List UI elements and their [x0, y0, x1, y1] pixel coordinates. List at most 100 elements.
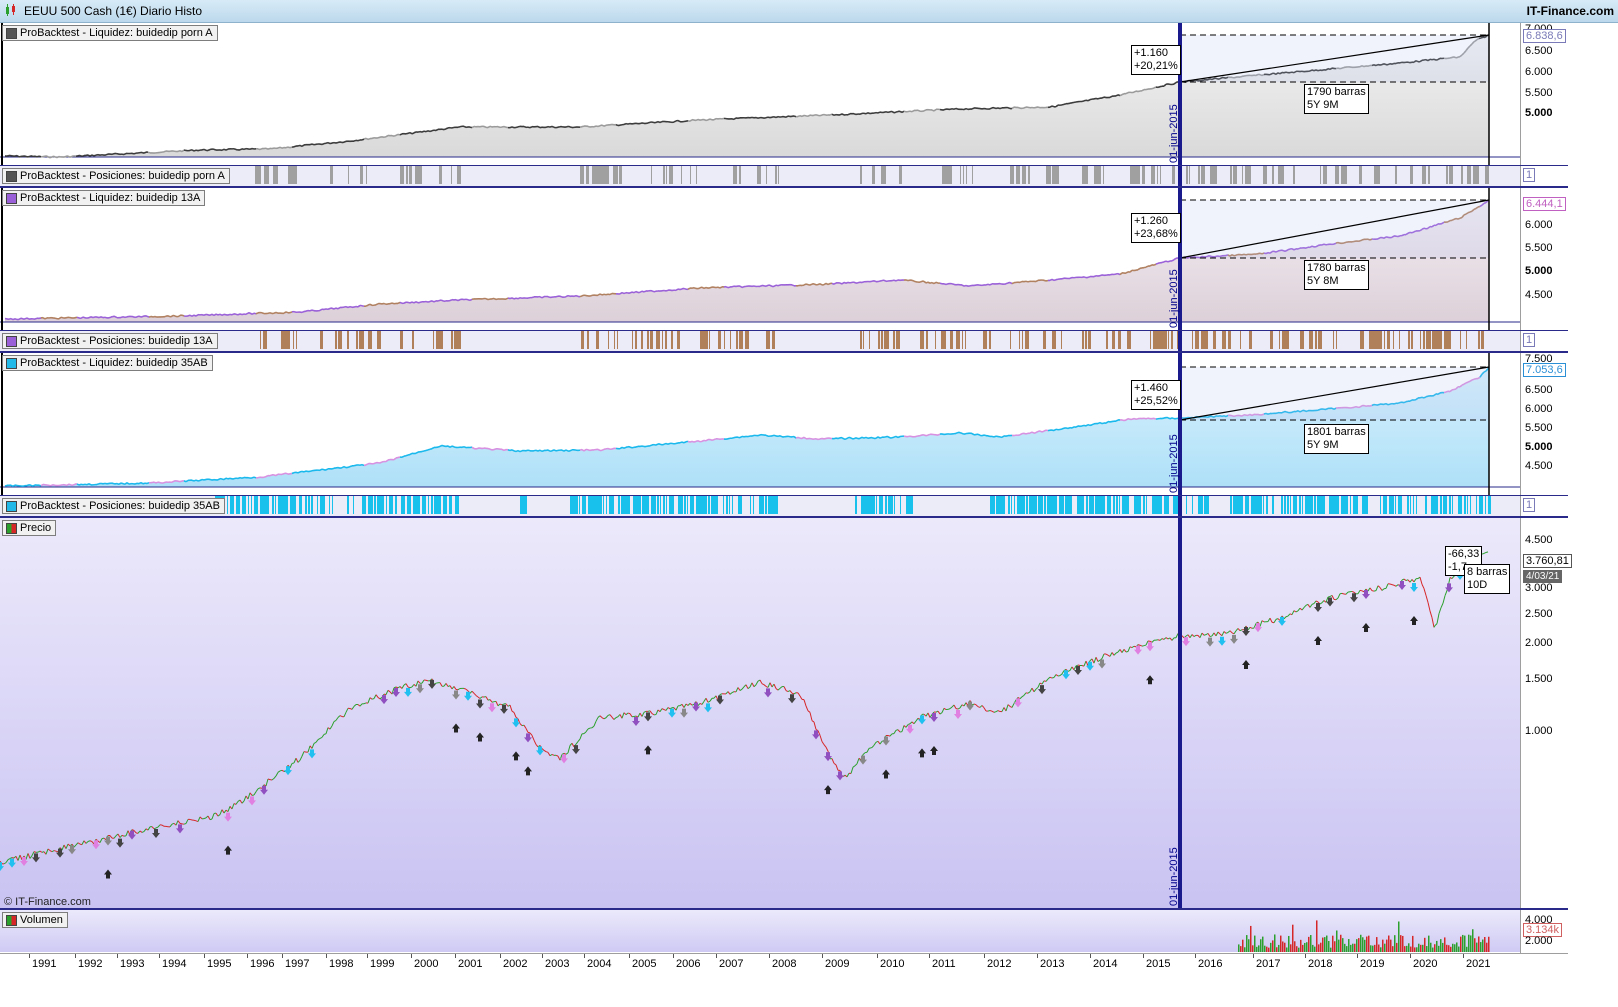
last-value-tag: 7.053,6	[1523, 363, 1566, 377]
last-value-tag: 6.838,6	[1523, 29, 1566, 43]
year-tickmark	[769, 954, 770, 958]
year-tickmark	[822, 954, 823, 958]
year-tick-label: 2014	[1093, 958, 1118, 970]
year-tickmark	[877, 954, 878, 958]
last-value-tag: 6.444,1	[1523, 197, 1566, 211]
year-tick-label: 2020	[1413, 958, 1438, 970]
year-tickmark	[204, 954, 205, 958]
legend-swatch-icon	[6, 914, 17, 926]
year-tickmark	[326, 954, 327, 958]
volume-bars	[1238, 920, 1490, 952]
year-tick-label: 1998	[329, 958, 354, 970]
panel-label-positions-35ab[interactable]: ProBacktest - Posiciones: buidedip 35AB	[2, 498, 225, 514]
price-bars-info-box: 8 barras 10D	[1464, 564, 1511, 594]
axis-positions-13a: 1	[1520, 331, 1618, 351]
year-tick-label: 2018	[1308, 958, 1333, 970]
year-tickmark	[629, 954, 630, 958]
equity-panel-13a[interactable]: ProBacktest - Liquidez: buidedip 13A +1.…	[0, 188, 1568, 332]
year-tickmark	[282, 954, 283, 958]
axis-equity-35ab[interactable]: 7.500 7.053,6 6.500 6.000 5.500 5.000 4.…	[1520, 353, 1618, 495]
year-tick-label: 1997	[285, 958, 310, 970]
year-tick-label: 2015	[1146, 958, 1171, 970]
year-tick-label: 2005	[632, 958, 657, 970]
selection-date-label: 01-jun-2015	[1168, 847, 1180, 906]
year-tickmark	[716, 954, 717, 958]
window-title: EEUU 500 Cash (1€) Diario Histo	[24, 4, 203, 18]
year-tickmark	[1253, 954, 1254, 958]
axis-price[interactable]: 4.500 3.760,81 4/03/21 3.000 2.500 2.000…	[1520, 518, 1618, 908]
last-price-tag: 3.760,81	[1523, 554, 1572, 568]
year-tick-label: 2016	[1198, 958, 1223, 970]
year-tickmark	[455, 954, 456, 958]
year-tickmark	[1195, 954, 1196, 958]
panel-label-equity-13a[interactable]: ProBacktest - Liquidez: buidedip 13A	[2, 190, 206, 206]
year-tick-label: 2017	[1256, 958, 1281, 970]
panel-label-equity-35ab[interactable]: ProBacktest - Liquidez: buidedip 35AB	[2, 355, 213, 371]
year-tick-label: 2012	[987, 958, 1012, 970]
change-info-box: +1.160 +20,21%	[1131, 45, 1181, 75]
panel-label-equity-porn-a[interactable]: ProBacktest - Liquidez: buidedip porn A	[2, 25, 218, 41]
bars-info-box: 1780 barras 5Y 8M	[1304, 260, 1369, 290]
year-tick-label: 1995	[207, 958, 232, 970]
year-tick-label: 2011	[932, 958, 956, 970]
year-tick-label: 1999	[370, 958, 395, 970]
year-tickmark	[1410, 954, 1411, 958]
year-tickmark	[29, 954, 30, 958]
year-tick-label: 2006	[676, 958, 701, 970]
year-tickmark	[1463, 954, 1464, 958]
year-tick-label: 2001	[458, 958, 483, 970]
year-tick-label: 1994	[162, 958, 187, 970]
year-tick-label: 1991	[32, 958, 57, 970]
equity-curve-35ab	[0, 353, 1520, 495]
positions-panel-35ab[interactable]: ProBacktest - Posiciones: buidedip 35AB	[0, 496, 1568, 518]
year-tick-label: 2021	[1466, 958, 1491, 970]
year-tickmark	[500, 954, 501, 958]
volume-panel[interactable]: Volumen	[0, 910, 1568, 952]
legend-swatch-icon	[6, 27, 17, 39]
positions-panel-porn-a[interactable]: ProBacktest - Posiciones: buidedip porn …	[0, 166, 1568, 188]
candlestick-app-icon	[6, 4, 15, 16]
brand-label[interactable]: IT-Finance.com	[1527, 4, 1614, 18]
axis-equity-porn-a[interactable]: 7.000 6.838,6 6.500 6.000 5.500 5.000	[1520, 23, 1618, 165]
year-tickmark	[1037, 954, 1038, 958]
year-tick-label: 2002	[503, 958, 528, 970]
legend-swatch-icon	[6, 522, 17, 534]
panel-label-price[interactable]: Precio	[2, 520, 57, 536]
year-tickmark	[1357, 954, 1358, 958]
year-tick-label: 2013	[1040, 958, 1065, 970]
title-bar: EEUU 500 Cash (1€) Diario Histo IT-Finan…	[0, 0, 1618, 23]
positions-bars-35ab	[215, 496, 1491, 516]
positions-panel-13a[interactable]: ProBacktest - Posiciones: buidedip 13A	[0, 331, 1568, 353]
axis-positions-35ab: 1	[1520, 496, 1618, 516]
axis-volume[interactable]: 4.000 3.134k 2.000	[1520, 910, 1618, 953]
price-panel[interactable]: Precio -66,33 -1,7 8 barras 10D 01-jun-201…	[0, 518, 1568, 910]
equity-panel-porn-a[interactable]: ProBacktest - Liquidez: buidedip porn A …	[0, 23, 1568, 167]
copyright-label: © IT-Finance.com	[4, 896, 91, 908]
year-tick-label: 2010	[880, 958, 905, 970]
legend-swatch-icon	[6, 500, 17, 512]
year-tickmark	[1143, 954, 1144, 958]
axis-equity-13a[interactable]: 6.444,1 6.000 5.500 5.000 4.500	[1520, 188, 1618, 330]
year-tickmark	[411, 954, 412, 958]
year-tickmark	[673, 954, 674, 958]
year-tickmark	[1090, 954, 1091, 958]
bars-info-box: 1790 barras 5Y 9M	[1304, 84, 1369, 114]
year-tickmark	[929, 954, 930, 958]
panel-label-positions-13a[interactable]: ProBacktest - Posiciones: buidedip 13A	[2, 333, 218, 349]
year-tick-label: 2000	[414, 958, 439, 970]
selection-date-label: 01-jun-2015	[1168, 269, 1180, 328]
equity-curve-porn-a	[0, 23, 1520, 165]
positions-bars-13a	[260, 331, 1484, 351]
panel-label-volume[interactable]: Volumen	[2, 912, 68, 928]
year-tickmark	[367, 954, 368, 958]
panel-label-positions-porn-a[interactable]: ProBacktest - Posiciones: buidedip porn …	[2, 168, 230, 184]
change-info-box: +1.460 +25,52%	[1131, 380, 1181, 410]
equity-curve-13a	[0, 188, 1520, 330]
year-tickmark	[984, 954, 985, 958]
equity-panel-35ab[interactable]: ProBacktest - Liquidez: buidedip 35AB +1…	[0, 353, 1568, 497]
legend-swatch-icon	[6, 335, 17, 347]
time-axis[interactable]: 1991 1992 1993 1994 1995 1996 1997 1998 1999 2000…	[0, 953, 1568, 978]
year-tickmark	[117, 954, 118, 958]
legend-swatch-icon	[6, 170, 17, 182]
year-tick-label: 2019	[1360, 958, 1385, 970]
